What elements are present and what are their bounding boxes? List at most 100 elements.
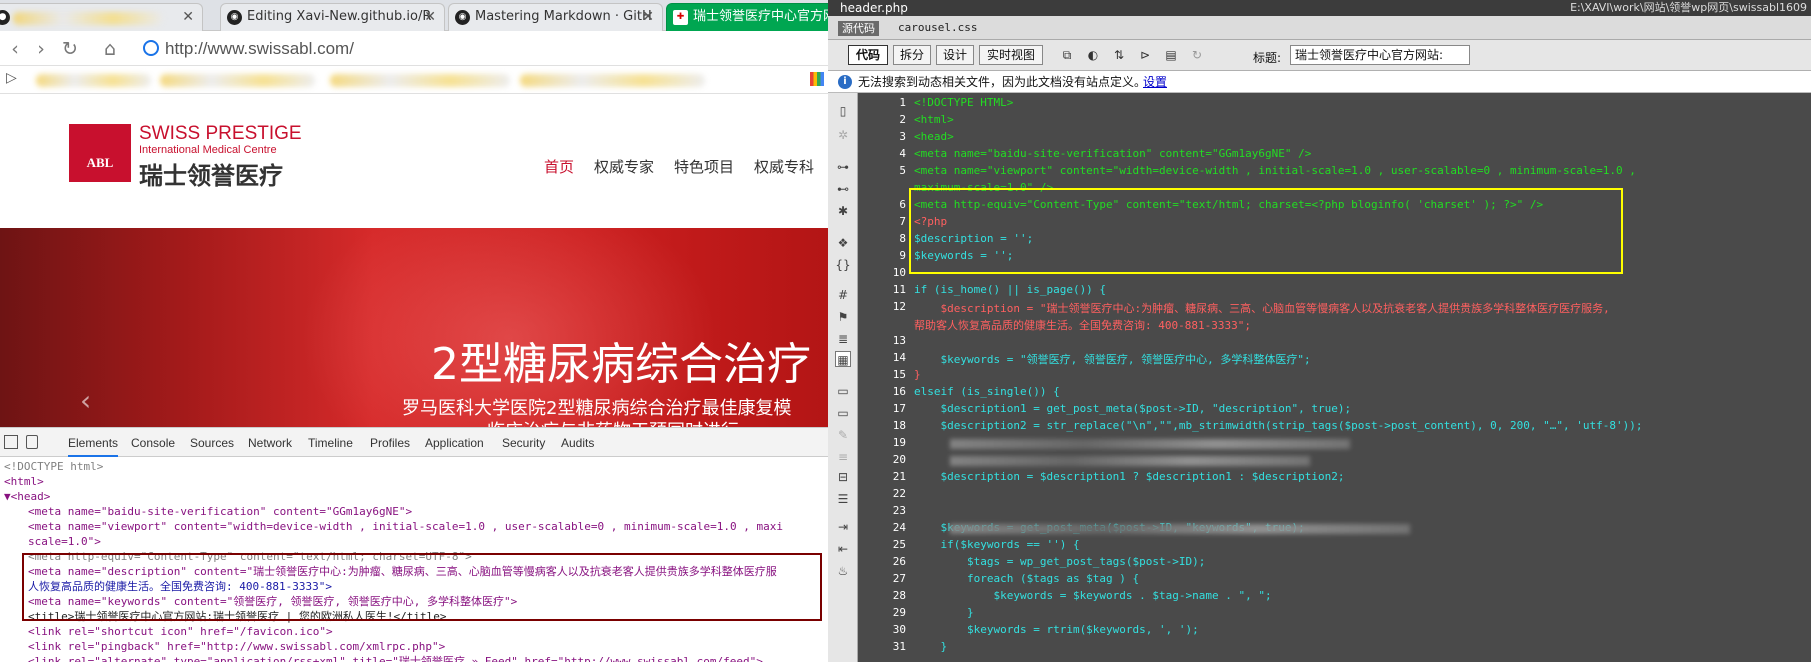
outdent-code-icon[interactable]: ⇤ (835, 541, 851, 557)
apply-comment-icon[interactable]: ▭ (835, 383, 851, 399)
file-tab[interactable]: header.php (840, 0, 908, 16)
indent-code-icon[interactable]: ⇥ (835, 519, 851, 535)
close-icon[interactable]: ✕ (424, 4, 436, 30)
code-line[interactable]: $description = "瑞士领誉医疗中心:为肿瘤、糖尿病、三高、心脑血管… (914, 300, 1609, 316)
bookmark-item[interactable] (36, 74, 151, 87)
code-line[interactable]: $keywords = "领誉医疗, 领誉医疗, 领誉医疗中心, 多学科整体医疗… (914, 351, 1310, 367)
code-line[interactable]: $description2 = str_replace("\n","",mb_s… (914, 419, 1642, 432)
address-bar[interactable]: http://www.swissabl.com/ (165, 39, 354, 59)
code-line[interactable]: <meta name="baidu-site-verification" con… (914, 147, 1311, 160)
code-line[interactable]: } (914, 606, 974, 619)
close-icon[interactable]: ✕ (642, 4, 654, 30)
code-line[interactable]: if($keywords == '') { (914, 538, 1079, 551)
recent-snippets-icon[interactable]: ≡ (835, 449, 851, 465)
devtools-tab-console[interactable]: Console (131, 436, 175, 450)
dom-line[interactable]: ▼<head> (4, 489, 50, 504)
show-code-navigator-icon[interactable]: ✲ (835, 127, 851, 143)
bookmark-item[interactable] (160, 74, 315, 87)
devtools-tab-timeline[interactable]: Timeline (308, 436, 353, 450)
dom-line[interactable]: <link rel="alternate" type="application/… (28, 654, 763, 662)
sidebar-toggle-icon[interactable]: ▷ (6, 70, 17, 86)
open-documents-icon[interactable]: ▯ (835, 103, 851, 119)
code-line[interactable]: 帮助客人恢复高品质的健康生活。全国免费咨询: 400-881-3333"; (914, 317, 1251, 333)
code-line[interactable]: <meta name="viewport" content="width=dev… (914, 164, 1636, 177)
select-parent-tag-icon[interactable]: ❖ (835, 235, 851, 251)
close-icon[interactable]: ✕ (182, 4, 194, 30)
split-view-button[interactable]: 拆分 (893, 45, 931, 65)
wrap-tag-icon[interactable]: ✎ (835, 427, 851, 443)
refresh-icon[interactable]: ↻ (1188, 47, 1206, 63)
code-view-button[interactable]: 代码 (848, 45, 888, 65)
devtools-tab-network[interactable]: Network (248, 436, 292, 450)
browser-tab[interactable]: ◉ Mastering Markdown · GitH ✕ (448, 3, 663, 31)
expand-all-icon[interactable]: ✱ (835, 203, 851, 219)
code-line[interactable]: $description = $description1 ? $descript… (914, 470, 1344, 483)
devtools-tab-sources[interactable]: Sources (190, 436, 234, 450)
multiscreen-icon[interactable]: ⧉ (1058, 47, 1076, 63)
highlight-invalid-code-icon[interactable]: ⚑ (835, 309, 851, 325)
devtools-tab-elements[interactable]: Elements (68, 436, 119, 457)
nav-item-projects[interactable]: 特色项目 (674, 156, 734, 177)
browser-tab[interactable]: ◉ Editing Xavi-New.github.io/R ✕ (220, 3, 445, 31)
reload-icon[interactable]: ↻ (57, 36, 83, 62)
nav-item-home[interactable]: 首页 (544, 156, 574, 177)
visual-aids-icon[interactable]: ▤ (1162, 47, 1180, 63)
dom-line[interactable]: <html> (4, 474, 44, 489)
code-line[interactable]: } (914, 368, 921, 381)
home-icon[interactable]: ⌂ (97, 36, 123, 62)
forward-icon[interactable]: › (28, 36, 54, 62)
syntax-coloring-icon[interactable]: ▦ (835, 351, 851, 367)
dom-line[interactable]: <link rel="pingback" href="http://www.sw… (28, 639, 445, 654)
move-css-icon[interactable]: ⊟ (835, 469, 851, 485)
dom-line[interactable]: <!DOCTYPE html> (4, 459, 103, 474)
setup-link[interactable]: 设置 (1143, 71, 1167, 93)
browser-tab-active[interactable]: ✚ 瑞士领誉医疗中心官方网 (666, 3, 828, 31)
code-line[interactable]: <!DOCTYPE HTML> (914, 96, 1013, 109)
devtools-tab-audits[interactable]: Audits (561, 436, 594, 450)
bookmark-item[interactable] (520, 74, 705, 87)
design-view-button[interactable]: 设计 (936, 45, 974, 65)
collapse-selection-icon[interactable]: ⊷ (835, 181, 851, 197)
page-info-icon[interactable] (143, 40, 159, 56)
code-line[interactable]: $keywords = $keywords . $tag->name . ", … (914, 589, 1271, 602)
dom-line[interactable]: <link rel="shortcut icon" href="/favicon… (28, 624, 333, 639)
apps-icon[interactable] (810, 72, 824, 86)
code-line[interactable]: $tags = wp_get_post_tags($post->ID); (914, 555, 1205, 568)
live-view-button[interactable]: 实时视图 (979, 45, 1043, 65)
device-toolbar-icon[interactable] (26, 435, 38, 449)
bookmark-item[interactable] (330, 74, 510, 87)
logo[interactable]: ABL (69, 124, 131, 182)
line-numbers-icon[interactable]: # (835, 287, 851, 303)
collapse-tag-icon[interactable]: ⊶ (835, 159, 851, 175)
devtools-tab-profiles[interactable]: Profiles (370, 436, 410, 450)
browser-tab[interactable]: ● ✕ (0, 3, 203, 31)
code-line[interactable]: } (914, 640, 947, 653)
remove-comment-icon[interactable]: ▭ (835, 405, 851, 421)
dom-line[interactable]: <meta name="viewport" content="width=dev… (28, 519, 783, 534)
hero-banner[interactable]: ‹ 2型糖尿病综合治疗 罗马医科大学医院2型糖尿病综合治疗最佳康复模 临床治疗与… (0, 228, 828, 427)
browser-check-icon[interactable]: ⊳ (1136, 47, 1154, 63)
code-line[interactable]: $keywords = rtrim($keywords, ', '); (914, 623, 1199, 636)
devtools-tab-application[interactable]: Application (425, 436, 484, 450)
devtools-tab-security[interactable]: Security (502, 436, 545, 450)
format-source-icon[interactable]: ☰ (835, 491, 851, 507)
code-line[interactable]: foreach ($tags as $tag ) { (914, 572, 1139, 585)
carousel-prev-icon[interactable]: ‹ (80, 384, 91, 417)
word-wrap-icon[interactable]: ≣ (835, 331, 851, 347)
title-field[interactable]: 瑞士领誉医疗中心官方网站: (1290, 45, 1470, 65)
nav-item-specialties[interactable]: 权威专科 (754, 156, 814, 177)
related-file-link[interactable]: carousel.css (898, 21, 977, 34)
back-icon[interactable]: ‹ (2, 36, 28, 62)
inspect-element-icon[interactable] (4, 435, 18, 449)
dom-line[interactable]: <meta name="baidu-site-verification" con… (28, 504, 412, 519)
code-line[interactable]: elseif (is_single()) { (914, 385, 1060, 398)
code-line[interactable]: <head> (914, 130, 954, 143)
code-view[interactable]: <!DOCTYPE HTML> <html> <head> <meta name="b… (910, 93, 1811, 662)
nav-item-experts[interactable]: 权威专家 (594, 156, 654, 177)
dom-line[interactable]: scale=1.0"> (28, 534, 101, 549)
code-line[interactable]: $description1 = get_post_meta($post->ID,… (914, 402, 1351, 415)
source-code-button[interactable]: 源代码 (838, 21, 879, 36)
balance-braces-icon[interactable]: {} (835, 257, 851, 273)
code-line[interactable]: <html> (914, 113, 954, 126)
code-line[interactable]: if (is_home() || is_page()) { (914, 283, 1106, 296)
